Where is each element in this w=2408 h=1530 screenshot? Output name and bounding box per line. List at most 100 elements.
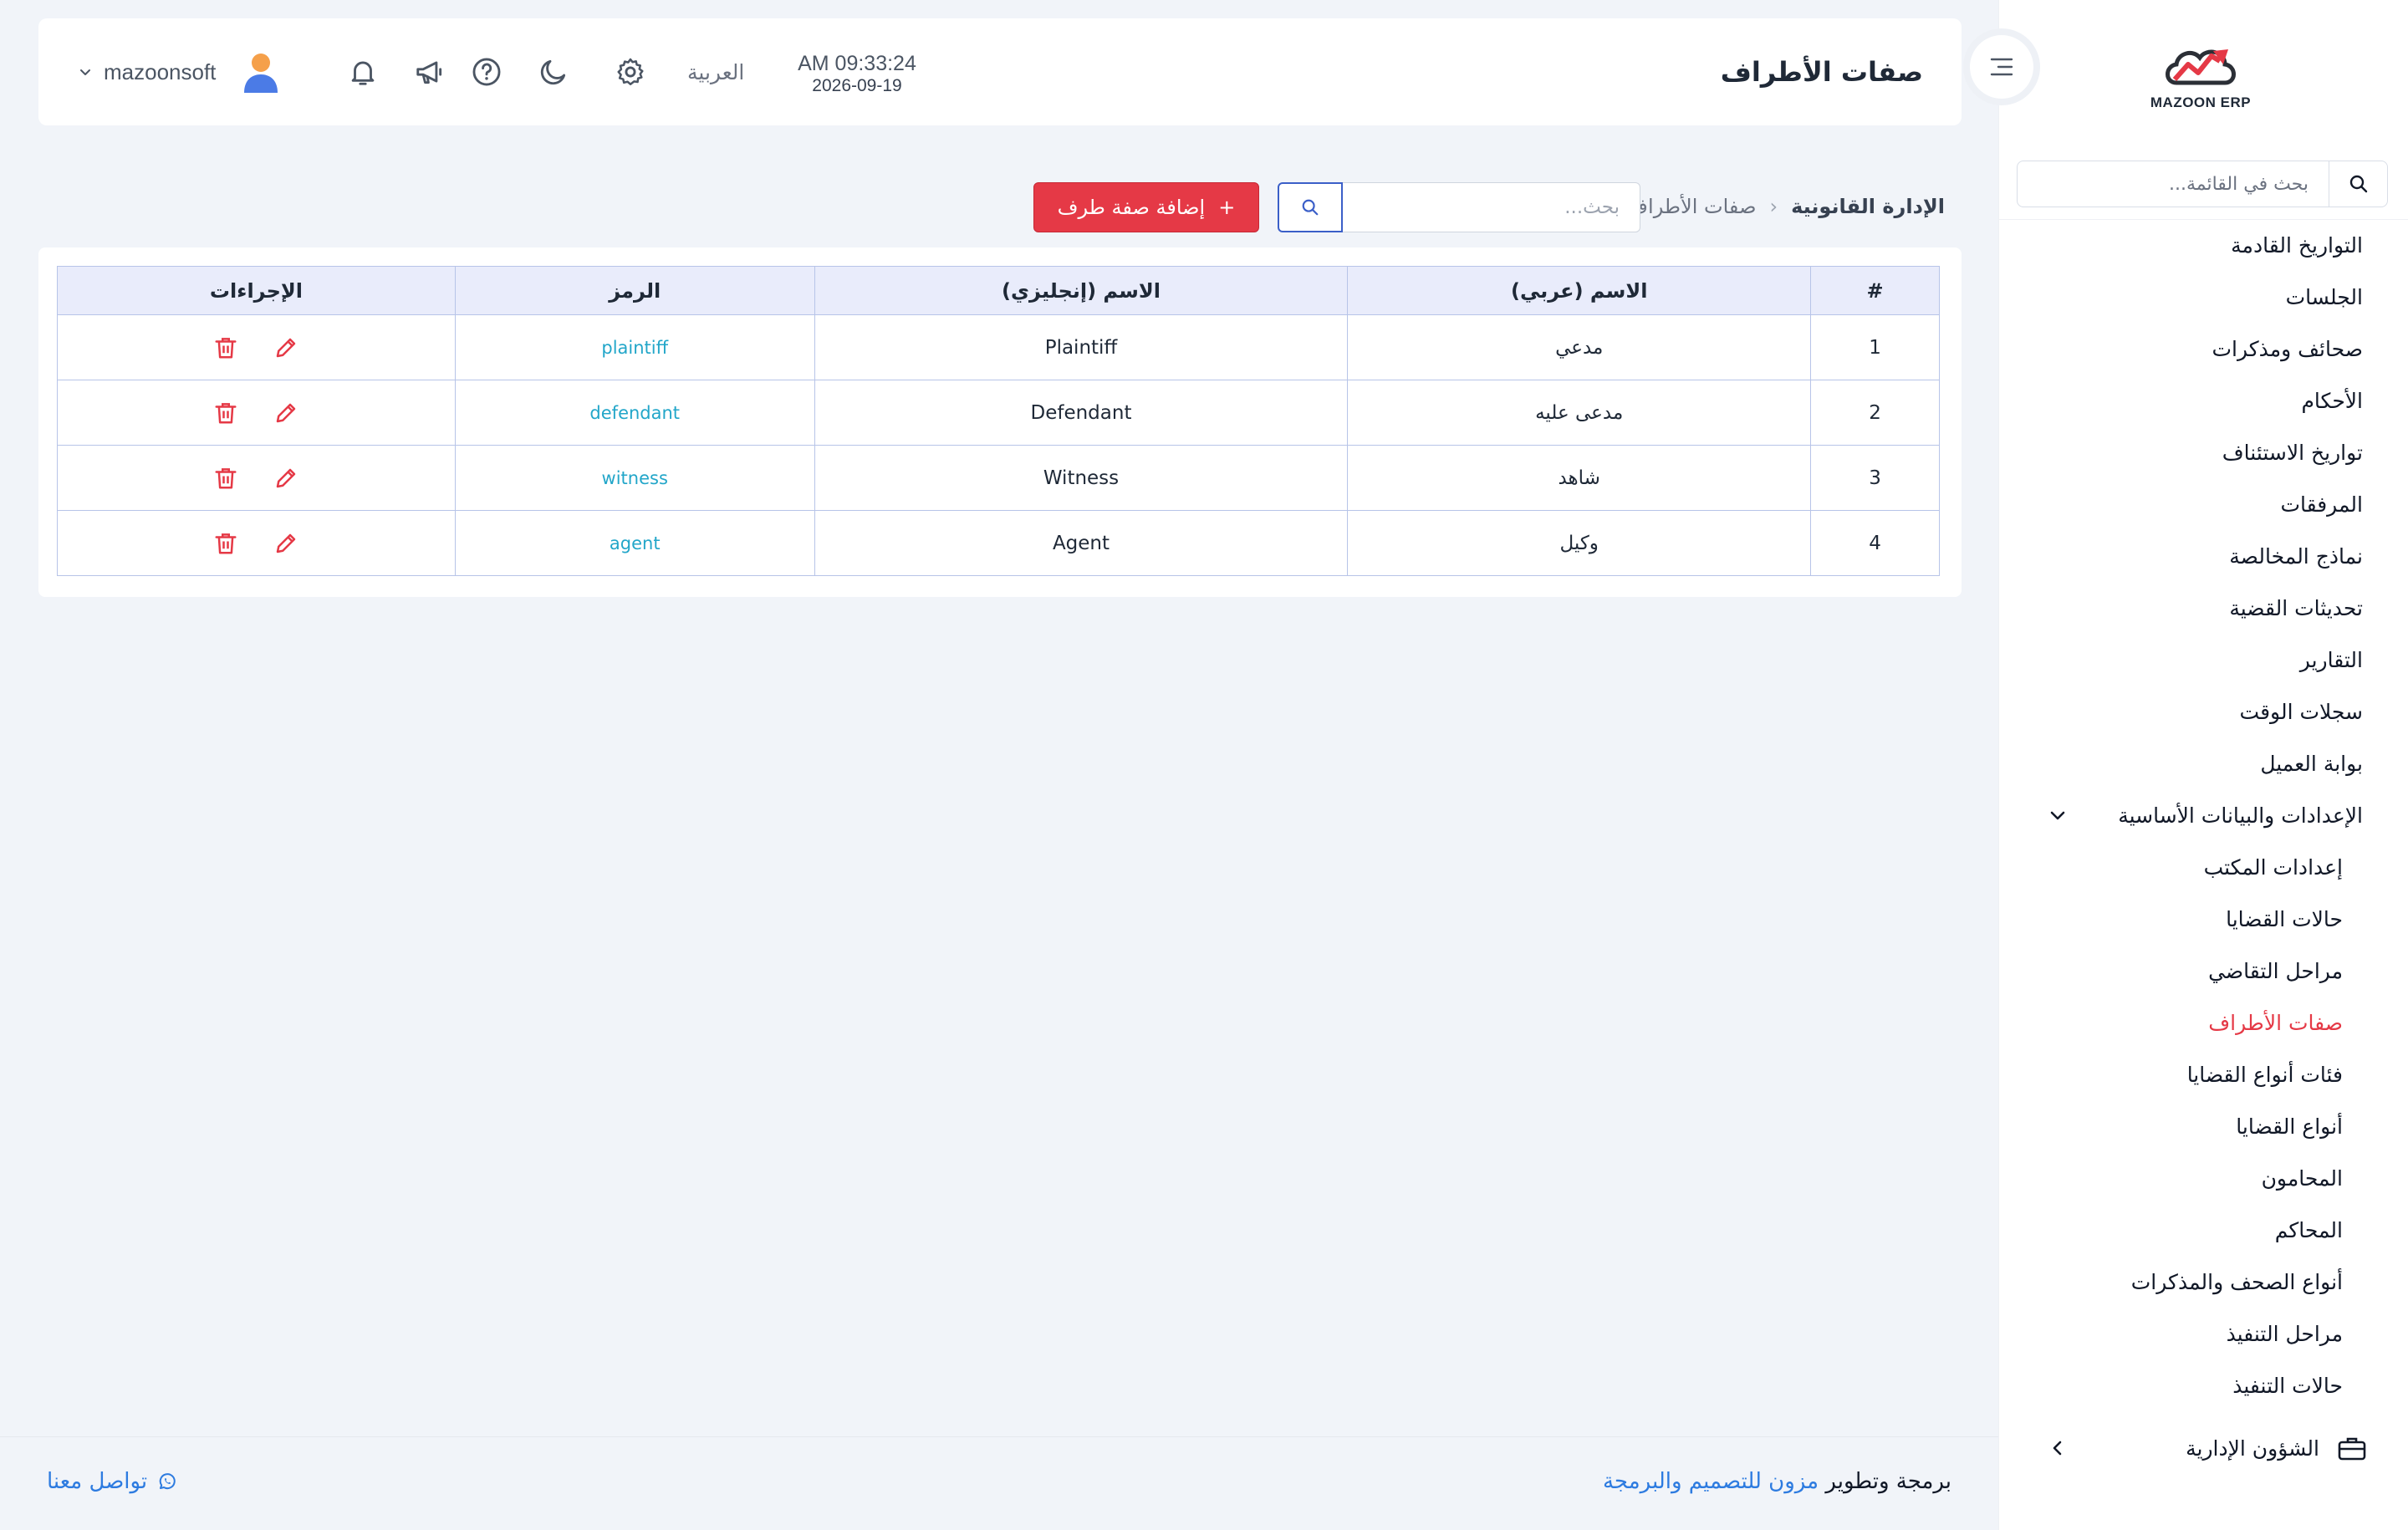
sidebar-item-litigation-stages[interactable]: مراحل التقاضي [1998,945,2408,997]
table-search [1278,182,1640,232]
pencil-icon [277,338,296,357]
sidebar-item-label: المحامون [2261,1165,2343,1191]
pencil-icon [277,533,296,553]
search-button[interactable] [1278,182,1343,232]
announcements-button[interactable] [411,54,448,90]
sidebar-item-client-portal[interactable]: بوابة العميل [1998,737,2408,789]
sidebar-item-label: التقارير [2299,647,2363,672]
sidebar-item-label: مراحل التنفيذ [2226,1321,2343,1346]
add-party-role-button[interactable]: + إضافة صفة طرف [1033,182,1259,232]
logo-mark-icon [2166,49,2236,85]
megaphone-icon [416,61,442,84]
pencil-icon [277,403,296,422]
cell-name-en: Agent [814,510,1349,576]
contact-us-link[interactable]: تواصل معنا [47,1469,177,1494]
sidebar-item-lawyers[interactable]: المحامون [1998,1152,2408,1204]
brand-logo[interactable]: MAZOON ERP [2142,33,2259,117]
sidebar-item-attachments[interactable]: المرفقات [1998,478,2408,530]
brand-name: MAZOON ERP [2150,94,2252,110]
sidebar-item-execution-stages[interactable]: مراحل التنفيذ [1998,1308,2408,1359]
trash-icon [215,337,237,358]
footer: برمجة وتطوير مزون للتصميم والبرمجة تواصل… [0,1436,1998,1530]
theme-toggle-button[interactable] [535,54,572,90]
sidebar-item-case-statuses[interactable]: حالات القضايا [1998,893,2408,945]
sidebar-item-pleading-types[interactable]: أنواع الصحف والمذكرات [1998,1256,2408,1308]
header-clock: AM 09:33:24 2026-09-19 [794,52,920,96]
notifications-button[interactable] [344,54,381,90]
contact-us-label: تواصل معنا [47,1469,148,1494]
sidebar-item-label: تواريخ الاستئناف [2222,440,2363,465]
sidebar-item-sessions[interactable]: الجلسات [1998,271,2408,323]
trash-icon [215,533,237,553]
cell-actions [57,314,456,380]
sidebar-item-label: تحديثات القضية [2229,595,2363,620]
sidebar-item-time-logs[interactable]: سجلات الوقت [1998,686,2408,737]
help-button[interactable] [468,54,505,90]
footer-company-link[interactable]: مزون للتصميم والبرمجة [1603,1469,1819,1494]
chevron-down-icon [2050,811,2065,820]
sidebar-item-reports[interactable]: التقارير [1998,634,2408,686]
settings-button[interactable] [612,54,649,90]
sidebar-item-label: المحاكم [2274,1217,2343,1242]
sidebar-item-case-types[interactable]: أنواع القضايا [1998,1100,2408,1152]
sidebar-item-case-type-categories[interactable]: فئات أنواع القضايا [1998,1048,2408,1100]
sidebar-item-label: أنواع القضايا [2236,1114,2343,1139]
delete-button[interactable] [212,334,240,362]
sidebar-item-execution-statuses[interactable]: حالات التنفيذ [1998,1359,2408,1411]
column-header-name-en[interactable]: الاسم (إنجليزي) [814,266,1349,315]
edit-button[interactable] [272,334,300,362]
user-menu[interactable]: mazoonsoft [79,18,281,125]
sidebar-item-courts[interactable]: المحاكم [1998,1204,2408,1256]
breadcrumb: الإدارة القانونية ‹ صفات الأطراف [1627,189,1945,224]
sidebar-menu: التواريخ القادمة الجلسات صحائف ومذكرات ا… [1998,219,2408,1411]
sidebar: MAZOON ERP التواريخ القادمة الجلسات صحائ… [1998,0,2408,1530]
sidebar-item-party-roles[interactable]: صفات الأطراف [1998,997,2408,1048]
sidebar-item-label: حالات القضايا [2226,906,2343,931]
sidebar-item-judgments[interactable]: الأحكام [1998,375,2408,426]
edit-button[interactable] [272,529,300,558]
sidebar-search-input[interactable] [2018,161,2329,207]
sidebar-item-case-updates[interactable]: تحديثات القضية [1998,582,2408,634]
sidebar-item-label: أنواع الصحف والمذكرات [2130,1269,2343,1294]
table-header-row: # الاسم (عربي) الاسم (إنجليزي) الرمز الإ… [57,266,1940,315]
cell-name-en: Witness [814,445,1349,511]
breadcrumb-root[interactable]: الإدارة القانونية [1791,195,1945,218]
page-title: صفات الأطراف [1720,56,1923,88]
sidebar-item-appeal-dates[interactable]: تواريخ الاستئناف [1998,426,2408,478]
user-name: mazoonsoft [104,59,217,84]
cell-name-en: Plaintiff [814,314,1349,380]
sidebar-item-label: الجلسات [2285,284,2363,309]
sidebar-group-settings[interactable]: الإعدادات والبيانات الأساسية [1998,789,2408,841]
delete-button[interactable] [212,529,240,558]
delete-button[interactable] [212,464,240,492]
sidebar-search-icon[interactable] [2329,161,2387,207]
trash-icon [215,402,237,423]
bell-icon [351,61,375,85]
cell-number: 3 [1810,445,1940,511]
party-roles-table: # الاسم (عربي) الاسم (إنجليزي) الرمز الإ… [57,266,1940,576]
sidebar-item-office-settings[interactable]: إعدادات المكتب [1998,841,2408,893]
edit-button[interactable] [272,464,300,492]
plus-icon: + [1218,196,1236,219]
cell-code: defendant [454,380,815,446]
column-header-code[interactable]: الرمز [454,266,815,315]
footer-credit: برمجة وتطوير مزون للتصميم والبرمجة [1603,1469,1951,1494]
delete-button[interactable] [212,399,240,427]
edit-button[interactable] [272,399,300,427]
cell-name-en: Defendant [814,380,1349,446]
sidebar-group-label: الإعدادات والبيانات الأساسية [2118,803,2363,828]
sidebar-submenu-settings: إعدادات المكتب حالات القضايا مراحل التقا… [1998,841,2408,1411]
cell-name-ar: مدعى عليه [1347,380,1812,446]
trash-icon [215,467,237,488]
sidebar-group-admin[interactable]: الشؤون الإدارية [1998,1421,2408,1475]
column-header-name-ar[interactable]: الاسم (عربي) [1347,266,1812,315]
search-input[interactable] [1343,182,1640,232]
language-switcher[interactable]: العربية [687,18,744,125]
cell-actions [57,510,456,576]
sidebar-toggle-button[interactable] [1970,35,2033,99]
sidebar-item-clearance-forms[interactable]: نماذج المخالصة [1998,530,2408,582]
column-header-number[interactable]: # [1810,266,1940,315]
moon-icon [540,59,566,85]
sidebar-item-upcoming-dates[interactable]: التواريخ القادمة [1998,219,2408,271]
sidebar-item-pleadings[interactable]: صحائف ومذكرات [1998,323,2408,375]
